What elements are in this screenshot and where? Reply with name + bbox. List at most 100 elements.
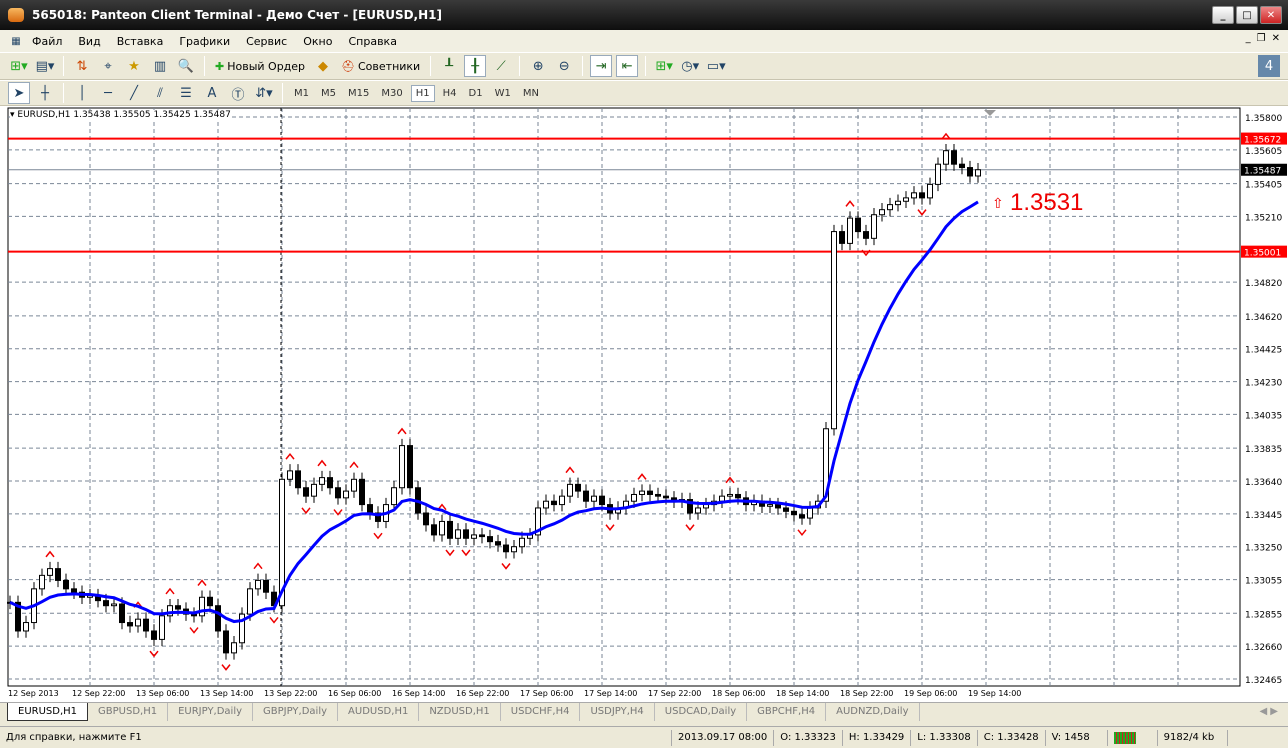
- arrows-icon[interactable]: ⇵▾: [253, 82, 275, 104]
- tab-usdjpy-h4[interactable]: USDJPY,H4: [580, 703, 655, 721]
- tab-gbpusd-h1[interactable]: GBPUSD,H1: [88, 703, 169, 721]
- timeframe-m1[interactable]: M1: [290, 86, 313, 101]
- navigator-icon[interactable]: ★: [123, 55, 145, 77]
- candle-body: [519, 537, 525, 548]
- status-time: 2013.09.17 08:00: [672, 729, 775, 746]
- timeframe-h1[interactable]: H1: [410, 84, 435, 102]
- time-tick-label: 12 Sep 22:00: [72, 689, 125, 698]
- candle-body: [255, 579, 261, 590]
- fibonacci-icon[interactable]: ☰: [175, 82, 197, 104]
- timeframe-m15[interactable]: M15: [344, 86, 373, 101]
- zoom-out-icon[interactable]: ⊖: [553, 55, 575, 77]
- menu-charts[interactable]: Графики: [171, 35, 238, 48]
- experts-button[interactable]: ⛑ Советники: [338, 60, 423, 73]
- timeframe-m5[interactable]: M5: [317, 86, 340, 101]
- tab-audusd-h1[interactable]: AUDUSD,H1: [338, 703, 420, 721]
- tab-scroll-arrows[interactable]: ◀ ▶: [1259, 706, 1278, 717]
- menu-bar: ▦ Файл Вид Вставка Графики Сервис Окно С…: [0, 30, 1288, 52]
- candle-body: [855, 217, 861, 233]
- price-tick-label: 1.33445: [1245, 511, 1282, 521]
- line-chart-icon[interactable]: ⟋: [490, 55, 512, 77]
- zoom-in-icon[interactable]: ⊕: [527, 55, 549, 77]
- tab-gbpjpy-daily[interactable]: GBPJPY,Daily: [253, 703, 339, 721]
- minimize-button[interactable]: _: [1212, 6, 1234, 24]
- timeframe-mn[interactable]: MN: [519, 86, 543, 101]
- timeframe-w1[interactable]: W1: [491, 86, 515, 101]
- standard-toolbar: ⊞▾ ▤▾ ⇅ ⌖ ★ ▥ 🔍 ✚ Новый Ордер ◆ ⛑ Советник…: [0, 52, 1288, 80]
- candle-body: [943, 150, 949, 165]
- close-button[interactable]: ✕: [1260, 6, 1282, 24]
- menu-tools[interactable]: Сервис: [238, 35, 295, 48]
- timeframe-m30[interactable]: M30: [377, 86, 406, 101]
- equidistant-channel-icon[interactable]: ⫽: [149, 82, 171, 104]
- time-tick-label: 19 Sep 14:00: [968, 689, 1021, 698]
- text-icon[interactable]: A: [201, 82, 223, 104]
- candle-body: [159, 615, 165, 640]
- tab-eurusd-h1[interactable]: EURUSD,H1: [7, 703, 89, 721]
- market-watch-icon[interactable]: ⇅: [71, 55, 93, 77]
- candle-body: [511, 546, 517, 553]
- terminal-icon[interactable]: ▥: [149, 55, 171, 77]
- candle-body: [335, 487, 341, 499]
- price-chart[interactable]: 1.35800 1.35605 1.35405 1.35210 1.34820 1.346…: [0, 106, 1288, 702]
- mdi-restore-button[interactable]: ❐: [1257, 33, 1266, 44]
- time-tick-label: 13 Sep 22:00: [264, 689, 317, 698]
- vertical-line-icon[interactable]: │: [71, 82, 93, 104]
- candle-body: [551, 500, 557, 506]
- candle-body: [135, 618, 141, 627]
- candle-body: [407, 445, 413, 489]
- bar-chart-icon[interactable]: ┸: [438, 55, 460, 77]
- menu-help[interactable]: Справка: [340, 35, 404, 48]
- alert-icon[interactable]: ◆: [312, 55, 334, 77]
- timeframe-h4[interactable]: H4: [439, 86, 461, 101]
- text-label-icon[interactable]: Ⓣ: [227, 82, 249, 104]
- notifications-icon[interactable]: 4: [1258, 55, 1280, 77]
- menu-window[interactable]: Окно: [295, 35, 340, 48]
- candle-body: [695, 507, 701, 514]
- horizontal-line-icon[interactable]: ─: [97, 82, 119, 104]
- indicators-icon[interactable]: ⊞▾: [653, 55, 675, 77]
- candle-body: [663, 495, 669, 499]
- timeframe-d1[interactable]: D1: [465, 86, 487, 101]
- cursor-icon[interactable]: ➤: [8, 82, 30, 104]
- new-order-button[interactable]: ✚ Новый Ордер: [212, 60, 308, 73]
- profiles-icon[interactable]: ▤▾: [34, 55, 56, 77]
- tab-usdchf-h4[interactable]: USDCHF,H4: [501, 703, 581, 721]
- menu-insert[interactable]: Вставка: [109, 35, 172, 48]
- auto-scroll-icon[interactable]: ⇥: [590, 55, 613, 77]
- maximize-button[interactable]: □: [1236, 6, 1258, 24]
- data-window-icon[interactable]: ⌖: [97, 55, 119, 77]
- candle-body: [391, 487, 397, 506]
- menu-file[interactable]: Файл: [24, 35, 70, 48]
- status-traffic: 9182/4 kb: [1158, 729, 1228, 746]
- candlestick-chart-icon[interactable]: ╂: [464, 55, 487, 77]
- new-chart-icon[interactable]: ⊞▾: [8, 55, 30, 77]
- mdi-close-button[interactable]: ✕: [1272, 33, 1280, 44]
- strategy-tester-icon[interactable]: 🔍: [175, 55, 197, 77]
- price-tick-label: 1.33055: [1245, 577, 1282, 587]
- candle-body: [247, 588, 253, 615]
- menu-view[interactable]: Вид: [70, 35, 108, 48]
- candle-body: [847, 217, 853, 244]
- periods-icon[interactable]: ◷▾: [679, 55, 701, 77]
- candle-body: [487, 536, 493, 543]
- time-tick-label: 13 Sep 14:00: [200, 689, 253, 698]
- tab-usdcad-daily[interactable]: USDCAD,Daily: [655, 703, 748, 721]
- tab-eurjpy-daily[interactable]: EURJPY,Daily: [168, 703, 254, 721]
- candle-body: [319, 477, 325, 485]
- tab-nzdusd-h1[interactable]: NZDUSD,H1: [419, 703, 501, 721]
- chart-shift-icon[interactable]: ⇤: [616, 55, 639, 77]
- trendline-icon[interactable]: ╱: [123, 82, 145, 104]
- price-tick-label: 1.35800: [1245, 114, 1282, 124]
- templates-icon[interactable]: ▭▾: [705, 55, 727, 77]
- tab-audnzd-daily[interactable]: AUDNZD,Daily: [826, 703, 920, 721]
- app-logo-icon: [8, 8, 24, 22]
- candle-body: [103, 600, 109, 607]
- candle-body: [887, 204, 893, 211]
- mdi-minimize-button[interactable]: _: [1246, 33, 1251, 44]
- crosshair-icon[interactable]: ┼: [34, 82, 56, 104]
- status-close: C: 1.33428: [978, 729, 1046, 746]
- chart-legend: ▾ EURUSD,H1 1.35438 1.35505 1.35425 1.35…: [10, 110, 231, 120]
- chart-area[interactable]: 1.35800 1.35605 1.35405 1.35210 1.34820 1.346…: [0, 106, 1288, 702]
- tab-gbpchf-h4[interactable]: GBPCHF,H4: [747, 703, 827, 721]
